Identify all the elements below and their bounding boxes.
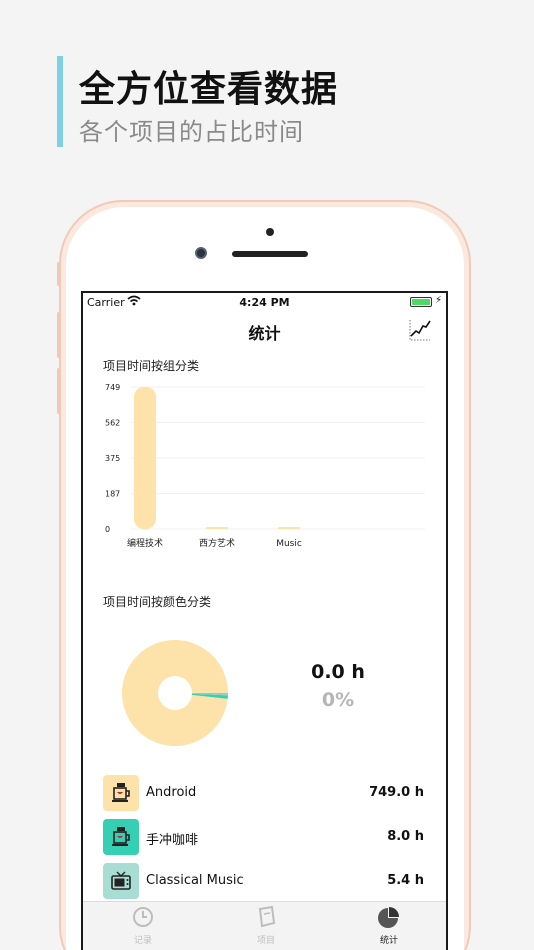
tab-label: 统计 (379, 936, 398, 946)
x-tick-label: 编程技术 (127, 537, 163, 549)
bar (134, 387, 156, 529)
coffee-cup-icon (103, 819, 139, 855)
list-item[interactable]: 手冲咖啡 8.0 h (103, 817, 428, 861)
color-donut-chart (122, 640, 228, 746)
promo-subtitle: 各个项目的占比时间 (79, 118, 304, 146)
list-item[interactable]: Classical Music 5.4 h (103, 861, 428, 905)
item-hours: 5.4 h (387, 873, 424, 888)
bar (278, 527, 300, 529)
book-icon (258, 905, 276, 928)
bar-section-title: 项目时间按组分类 (103, 359, 200, 373)
tv-icon (103, 863, 139, 899)
selected-slice-percent: 0% (321, 689, 355, 711)
mute-switch (57, 262, 61, 286)
tab-label: 记录 (133, 936, 152, 946)
pie-section-title: 项目时间按颜色分类 (103, 595, 212, 609)
pie-chart-icon (378, 907, 399, 928)
coffee-cup-icon (103, 775, 139, 811)
tab-projects[interactable]: 项目 (231, 905, 301, 946)
donut-hole (158, 676, 192, 710)
item-name: Android (146, 785, 197, 800)
tab-record[interactable]: 记录 (108, 906, 178, 946)
tab-statistics[interactable]: 统计 (354, 906, 424, 946)
app-screen: Carrier 4:24 PM ⚡ 统计 项目时间按组分类 749 562 375 1… (81, 291, 448, 950)
group-bar-chart: 749 562 375 187 0 编程技术 西方艺术 Music (105, 383, 425, 549)
y-tick-label: 187 (105, 490, 120, 499)
selected-slice-hours: 0.0 h (311, 661, 365, 683)
x-tick-label: Music (276, 539, 302, 549)
trend-chart-icon[interactable] (408, 318, 432, 342)
status-time: 4:24 PM (239, 296, 290, 309)
item-hours: 8.0 h (387, 829, 424, 844)
page-title: 统计 (248, 324, 281, 343)
promo-accent-bar (57, 56, 63, 147)
y-tick-label: 375 (105, 454, 120, 463)
x-tick-label: 西方艺术 (199, 537, 235, 549)
y-tick-label: 562 (105, 418, 120, 427)
charging-icon: ⚡ (434, 295, 442, 306)
project-list: Android 749.0 h 手冲咖啡 8.0 h Classical Mus… (103, 773, 428, 905)
tab-bar: 记录 项目 统计 (83, 901, 446, 950)
volume-down-button (57, 368, 61, 414)
clock-icon (133, 907, 153, 927)
promo-title: 全方位查看数据 (79, 69, 339, 110)
volume-up-button (57, 312, 61, 358)
bar (206, 527, 228, 529)
item-hours: 749.0 h (369, 785, 424, 800)
item-name: Classical Music (146, 873, 244, 888)
battery-icon (410, 297, 432, 307)
earpiece-speaker (232, 251, 308, 257)
proximity-sensor (266, 228, 274, 236)
front-camera (195, 247, 207, 259)
tab-label: 项目 (256, 936, 275, 946)
y-tick-label: 0 (105, 525, 110, 534)
item-name: 手冲咖啡 (146, 833, 199, 848)
list-item[interactable]: Android 749.0 h (103, 773, 428, 817)
y-tick-label: 749 (105, 383, 120, 392)
status-bar: Carrier 4:24 PM ⚡ (83, 293, 446, 313)
